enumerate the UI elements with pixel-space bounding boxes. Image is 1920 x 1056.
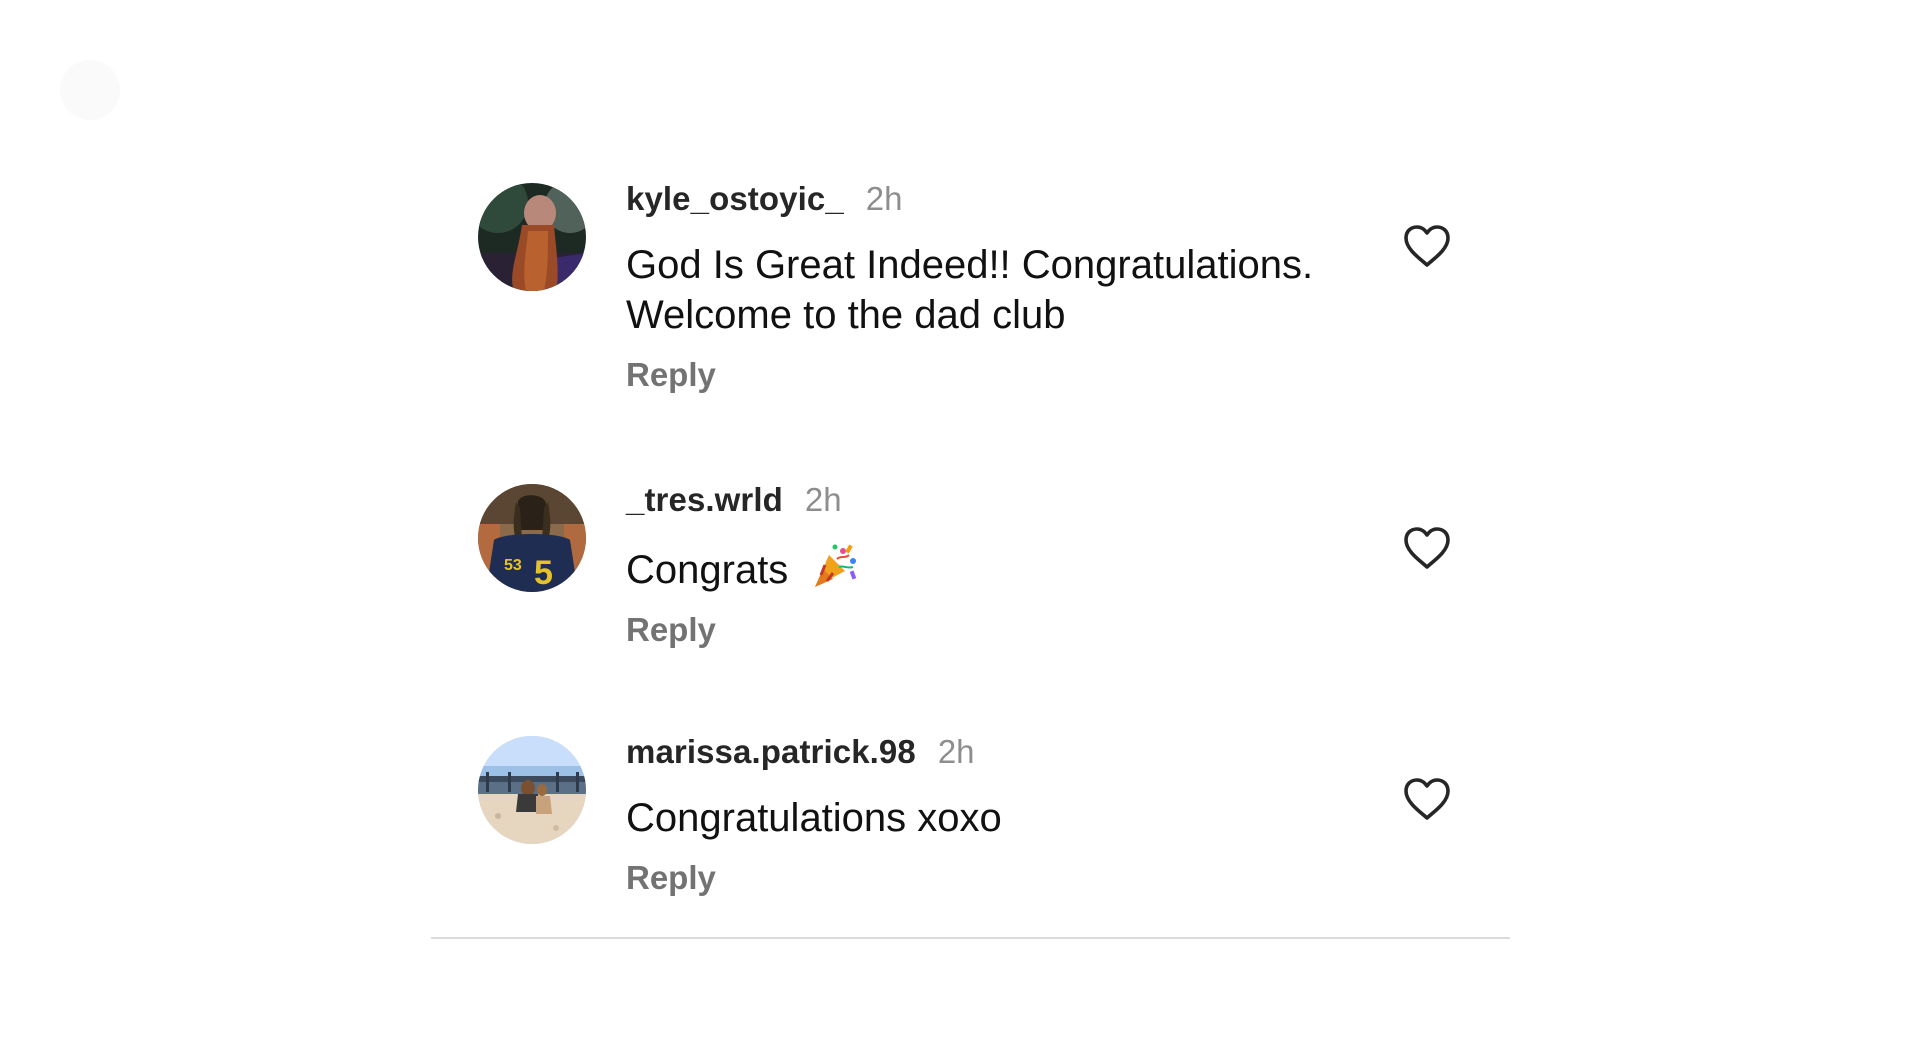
comment-content: _tres.wrld 2h Congrats Reply xyxy=(626,481,1346,649)
avatar[interactable]: 53 5 xyxy=(478,484,586,592)
svg-text:5: 5 xyxy=(534,554,553,592)
avatar[interactable] xyxy=(478,736,586,844)
avatar-image xyxy=(478,736,586,844)
avatar[interactable] xyxy=(478,183,586,291)
avatar-image: 53 5 xyxy=(478,484,586,592)
comment-username[interactable]: _tres.wrld xyxy=(626,481,783,519)
comment-text-line: Welcome to the dad club xyxy=(626,293,1066,337)
comment-meta: marissa.patrick.98 2h xyxy=(626,733,1346,777)
comment-meta: _tres.wrld 2h xyxy=(626,481,1346,525)
comment-text: Congrats xyxy=(626,541,1346,595)
comments-panel: kyle_ostoyic_ 2h God Is Great Indeed!! C… xyxy=(0,0,1920,1056)
comment-time: 2h xyxy=(937,733,975,770)
heart-outline-icon xyxy=(1404,225,1450,267)
comment-content: marissa.patrick.98 2h Congratulations xo… xyxy=(626,733,1346,897)
divider xyxy=(431,937,1510,939)
avatar-image xyxy=(478,183,586,291)
comment-time: 2h xyxy=(865,180,903,217)
like-button[interactable] xyxy=(1402,525,1452,571)
comment-meta: kyle_ostoyic_ 2h xyxy=(626,180,1346,224)
comment-text: Congratulations xoxo xyxy=(626,793,1346,843)
comment-text-line: God Is Great Indeed!! Congratulations. xyxy=(626,243,1314,287)
like-button[interactable] xyxy=(1402,776,1452,822)
reply-button[interactable]: Reply xyxy=(626,356,716,394)
reply-button[interactable]: Reply xyxy=(626,859,716,897)
comment-text-line: Congratulations xoxo xyxy=(626,796,1002,840)
background-smudge xyxy=(60,60,120,120)
like-button[interactable] xyxy=(1402,223,1452,269)
svg-text:53: 53 xyxy=(504,557,522,574)
comment-username[interactable]: marissa.patrick.98 xyxy=(626,733,916,771)
comment-content: kyle_ostoyic_ 2h God Is Great Indeed!! C… xyxy=(626,180,1346,394)
comment-text-line: Congrats xyxy=(626,548,789,592)
reply-button[interactable]: Reply xyxy=(626,611,716,649)
heart-outline-icon xyxy=(1404,778,1450,820)
comment-time: 2h xyxy=(804,481,842,518)
comment-username[interactable]: kyle_ostoyic_ xyxy=(626,180,844,218)
party-popper-icon xyxy=(815,544,857,587)
comment-text: God Is Great Indeed!! Congratulations. W… xyxy=(626,240,1346,340)
heart-outline-icon xyxy=(1404,527,1450,569)
